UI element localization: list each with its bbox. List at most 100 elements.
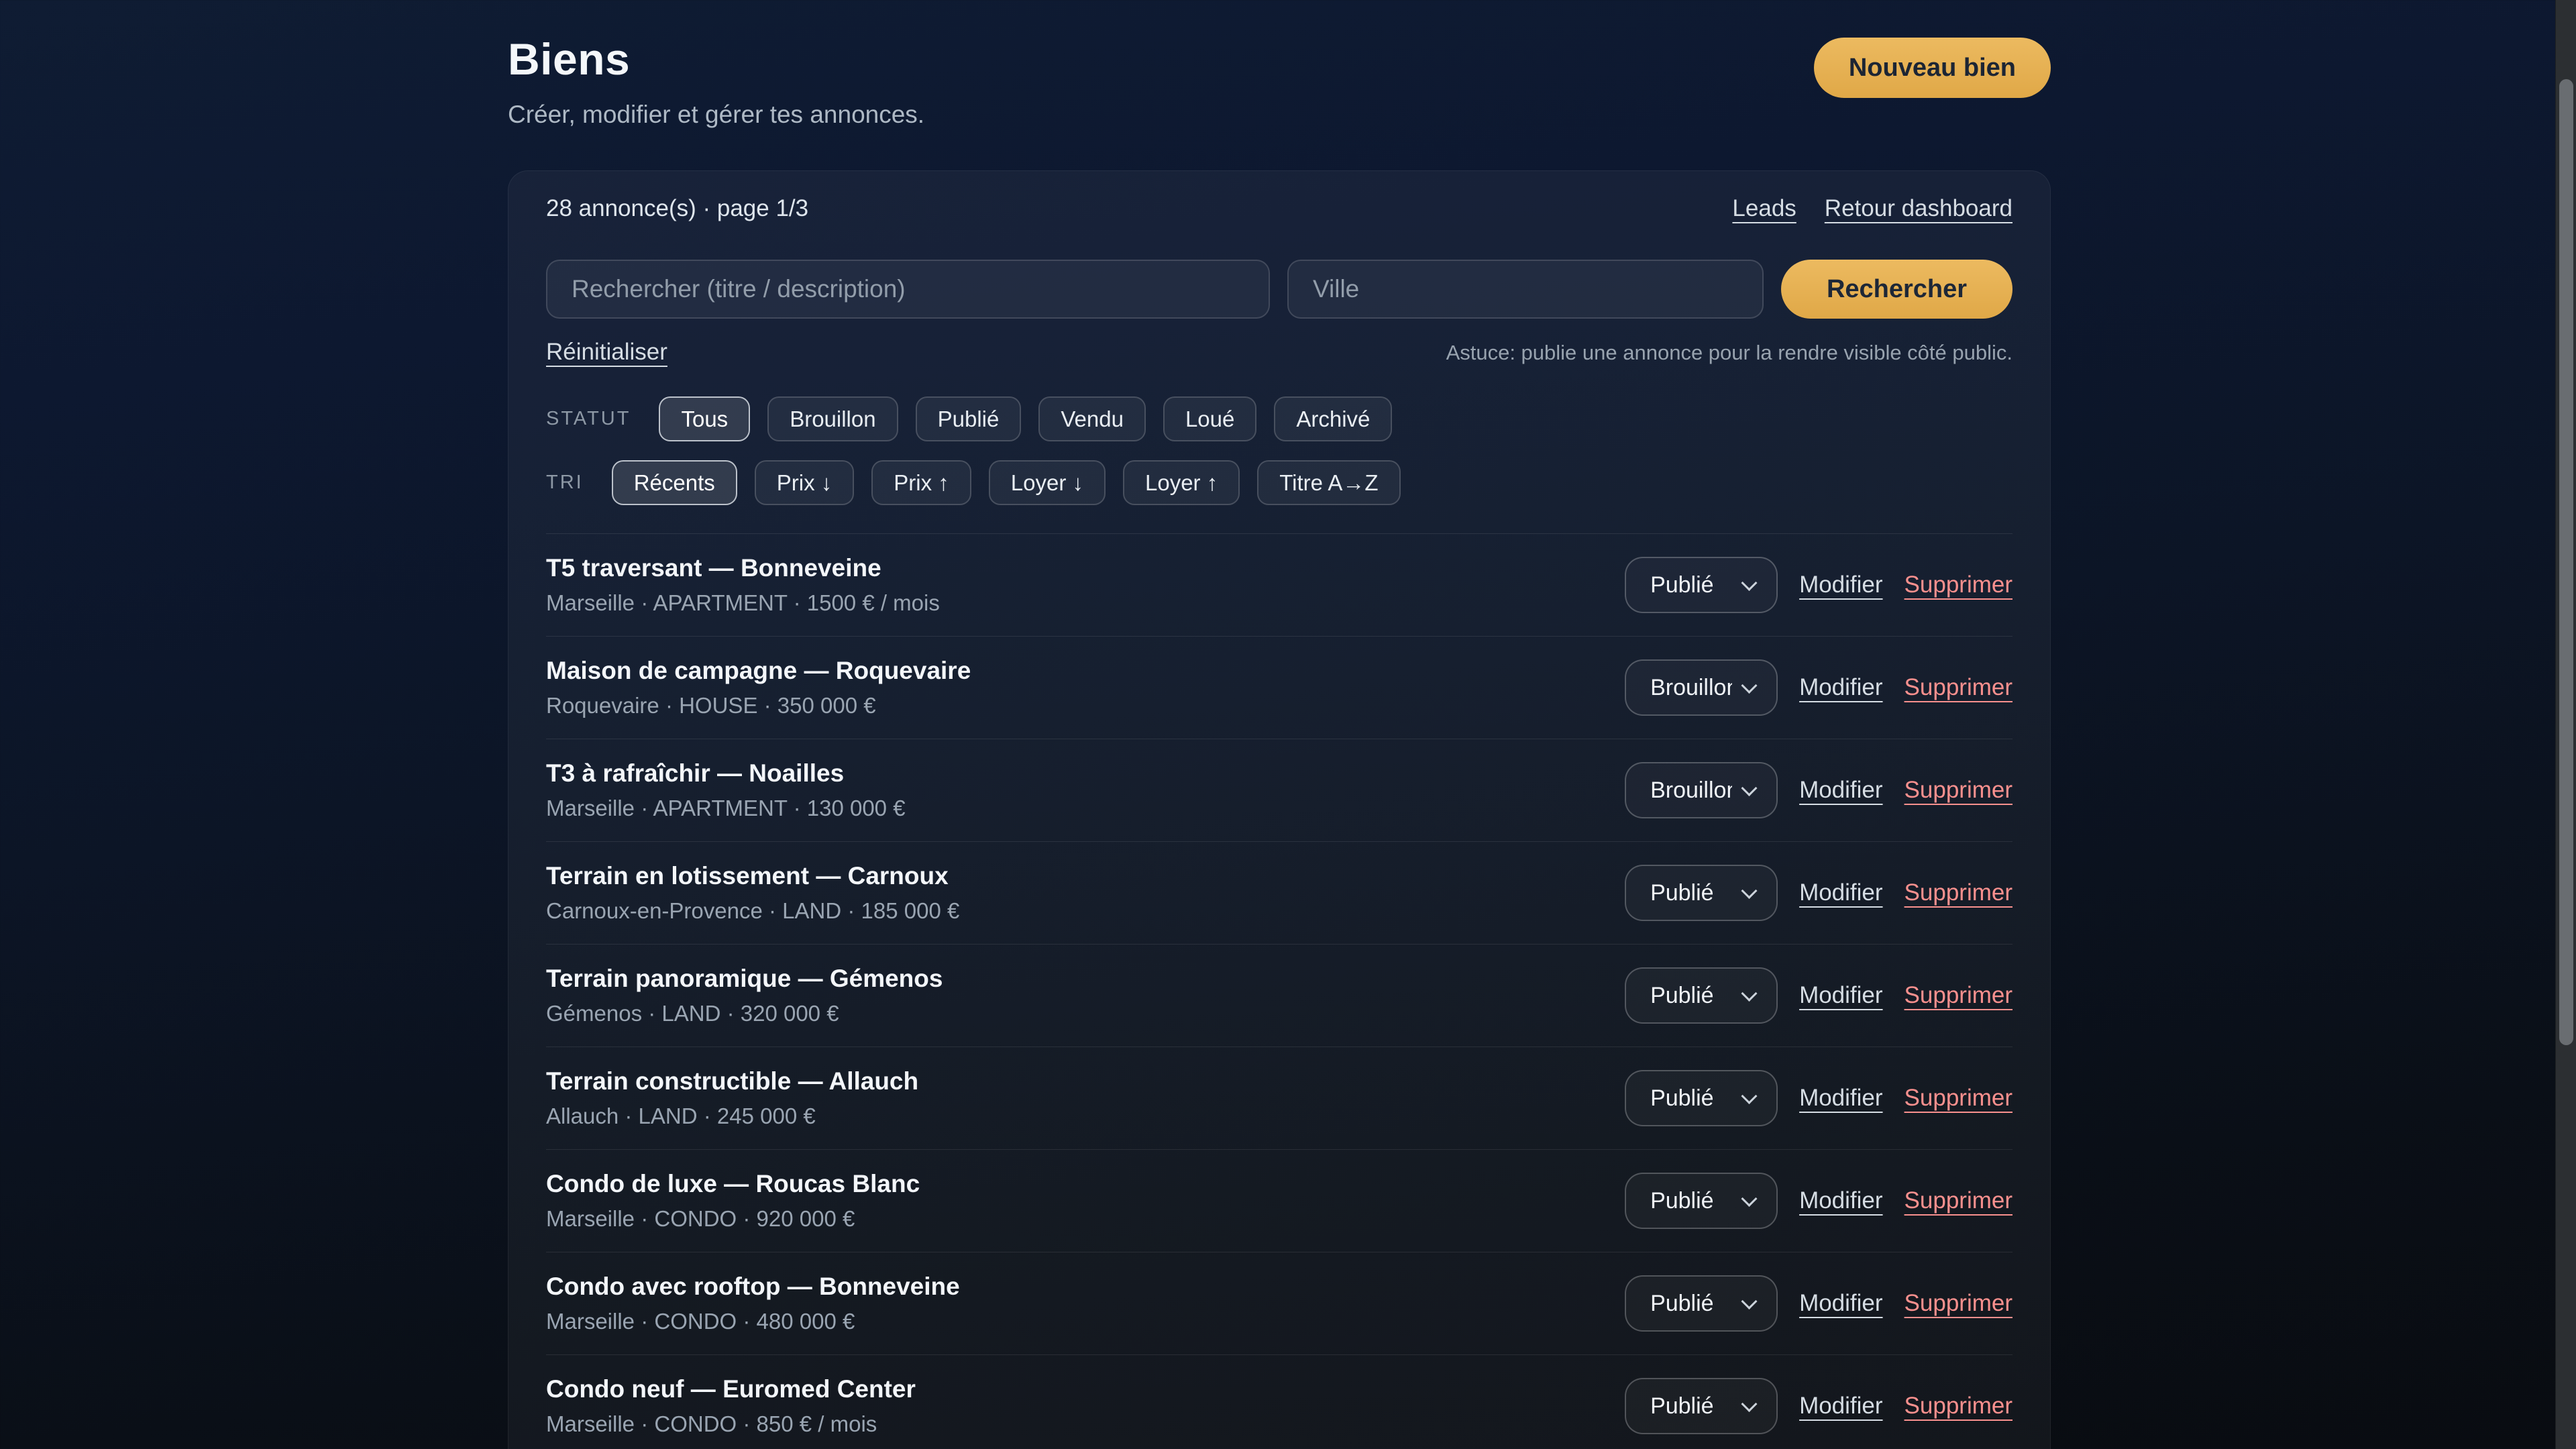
listing-title: Terrain panoramique — Gémenos [546, 965, 943, 993]
listing-actions: Publié Modifier Supprimer [1625, 1070, 2012, 1126]
new-property-button[interactable]: Nouveau bien [1814, 38, 2051, 98]
modify-link[interactable]: Modifier [1799, 1393, 1882, 1419]
search-query-input[interactable] [546, 260, 1270, 319]
panel-header: 28 annonce(s) · page 1/3 Leads Retour da… [546, 195, 2012, 222]
back-dashboard-link[interactable]: Retour dashboard [1825, 195, 2012, 222]
listing-title: Maison de campagne — Roquevaire [546, 657, 971, 685]
page-scrollbar-track[interactable] [2555, 0, 2576, 1449]
filter-chip[interactable]: Prix ↓ [755, 460, 855, 505]
delete-link[interactable]: Supprimer [1904, 572, 2012, 598]
main-content: Biens Créer, modifier et gérer tes annon… [508, 19, 2051, 1449]
delete-link[interactable]: Supprimer [1904, 879, 2012, 906]
listing-actions: Publié Modifier Supprimer [1625, 557, 2012, 613]
status-select[interactable]: Publié [1626, 866, 1776, 920]
listing-actions: Brouillon Modifier Supprimer [1625, 659, 2012, 716]
listing-title: T3 à rafraîchir — Noailles [546, 759, 906, 788]
page-header: Biens Créer, modifier et gérer tes annon… [508, 19, 2051, 129]
modify-link[interactable]: Modifier [1799, 674, 1882, 701]
listing-meta: Allauch · LAND · 245 000 € [546, 1104, 918, 1129]
status-select[interactable]: Publié [1626, 1174, 1776, 1228]
sort-filter-label: TRI [546, 472, 584, 494]
page-title: Biens [508, 34, 924, 85]
panel-header-links: Leads Retour dashboard [1732, 195, 2012, 222]
filter-chip[interactable]: Loué [1163, 396, 1256, 441]
listing-meta: Roquevaire · HOUSE · 350 000 € [546, 693, 971, 718]
listing-info: T3 à rafraîchir — Noailles Marseille · A… [546, 759, 906, 821]
status-select[interactable]: Publié [1626, 1071, 1776, 1125]
filter-chip[interactable]: Loyer ↑ [1123, 460, 1240, 505]
listing-row: T5 traversant — Bonneveine Marseille · A… [546, 534, 2012, 637]
listing-row: Terrain panoramique — Gémenos Gémenos · … [546, 945, 2012, 1047]
search-row: Rechercher [546, 260, 2012, 319]
listing-info: Terrain constructible — Allauch Allauch … [546, 1067, 918, 1129]
status-select-wrap: Publié [1625, 1378, 1778, 1434]
delete-link[interactable]: Supprimer [1904, 674, 2012, 701]
filter-chip[interactable]: Tous [659, 396, 750, 441]
filter-chip[interactable]: Brouillon [767, 396, 898, 441]
listing-info: Condo de luxe — Roucas Blanc Marseille ·… [546, 1170, 920, 1232]
delete-link[interactable]: Supprimer [1904, 1393, 2012, 1419]
delete-link[interactable]: Supprimer [1904, 777, 2012, 804]
modify-link[interactable]: Modifier [1799, 879, 1882, 906]
status-filter-row: STATUT Tous Brouillon Publié Vendu Loué … [546, 396, 2012, 441]
delete-link[interactable]: Supprimer [1904, 1290, 2012, 1317]
filter-chip[interactable]: Récents [612, 460, 737, 505]
modify-link[interactable]: Modifier [1799, 982, 1882, 1009]
listing-count: 28 annonce(s) · page 1/3 [546, 195, 808, 222]
listing-meta: Gémenos · LAND · 320 000 € [546, 1001, 943, 1026]
delete-link[interactable]: Supprimer [1904, 1085, 2012, 1112]
filter-chip[interactable]: Loyer ↓ [989, 460, 1106, 505]
listing-title: Condo avec rooftop — Bonneveine [546, 1273, 960, 1301]
search-city-input[interactable] [1287, 260, 1764, 319]
search-submit-button[interactable]: Rechercher [1781, 260, 2012, 319]
filter-chip[interactable]: Vendu [1038, 396, 1146, 441]
page-scrollbar-thumb[interactable] [2559, 79, 2573, 1045]
listing-row: Condo de luxe — Roucas Blanc Marseille ·… [546, 1150, 2012, 1252]
listing-actions: Publié Modifier Supprimer [1625, 1275, 2012, 1332]
listing-row: Terrain constructible — Allauch Allauch … [546, 1047, 2012, 1150]
status-select-wrap: Publié [1625, 1275, 1778, 1332]
status-filter-chips: Tous Brouillon Publié Vendu Loué Archivé [659, 396, 1392, 441]
page-header-text: Biens Créer, modifier et gérer tes annon… [508, 19, 924, 129]
listing-info: Maison de campagne — Roquevaire Roquevai… [546, 657, 971, 718]
status-select[interactable]: Brouillon [1626, 763, 1776, 817]
filter-chip[interactable]: Titre A→Z [1257, 460, 1400, 505]
status-select-wrap: Publié [1625, 967, 1778, 1024]
modify-link[interactable]: Modifier [1799, 1085, 1882, 1112]
listing-title: Condo de luxe — Roucas Blanc [546, 1170, 920, 1198]
listing-title: Terrain constructible — Allauch [546, 1067, 918, 1095]
status-select[interactable]: Publié [1626, 969, 1776, 1022]
modify-link[interactable]: Modifier [1799, 777, 1882, 804]
listings-panel: 28 annonce(s) · page 1/3 Leads Retour da… [508, 170, 2051, 1449]
delete-link[interactable]: Supprimer [1904, 982, 2012, 1009]
listing-row: T3 à rafraîchir — Noailles Marseille · A… [546, 739, 2012, 842]
page-subtitle: Créer, modifier et gérer tes annonces. [508, 101, 924, 129]
filter-chip[interactable]: Archivé [1274, 396, 1392, 441]
status-filter-label: STATUT [546, 408, 631, 430]
listing-row: Condo avec rooftop — Bonneveine Marseill… [546, 1252, 2012, 1355]
filter-chip[interactable]: Prix ↑ [871, 460, 971, 505]
modify-link[interactable]: Modifier [1799, 572, 1882, 598]
status-select-wrap: Publié [1625, 1173, 1778, 1229]
leads-link[interactable]: Leads [1732, 195, 1796, 222]
listing-actions: Publié Modifier Supprimer [1625, 865, 2012, 921]
modify-link[interactable]: Modifier [1799, 1290, 1882, 1317]
modify-link[interactable]: Modifier [1799, 1187, 1882, 1214]
status-select[interactable]: Brouillon [1626, 661, 1776, 714]
listing-info: Condo avec rooftop — Bonneveine Marseill… [546, 1273, 960, 1334]
listing-actions: Publié Modifier Supprimer [1625, 1378, 2012, 1434]
sort-filter-row: TRI Récents Prix ↓ Prix ↑ Loyer ↓ Loyer … [546, 460, 2012, 505]
listing-title: Terrain en lotissement — Carnoux [546, 862, 959, 890]
listing-title: Condo neuf — Euromed Center [546, 1375, 916, 1403]
status-select[interactable]: Publié [1626, 1379, 1776, 1433]
publish-hint: Astuce: publie une annonce pour la rendr… [1446, 341, 2012, 365]
status-select[interactable]: Publié [1626, 1277, 1776, 1330]
listing-actions: Publié Modifier Supprimer [1625, 967, 2012, 1024]
status-select[interactable]: Publié [1626, 558, 1776, 612]
listing-meta: Marseille · APARTMENT · 1500 € / mois [546, 590, 940, 616]
filter-chip[interactable]: Publié [916, 396, 1022, 441]
delete-link[interactable]: Supprimer [1904, 1187, 2012, 1214]
reset-filters-link[interactable]: Réinitialiser [546, 339, 667, 366]
status-select-wrap: Brouillon [1625, 659, 1778, 716]
status-select-wrap: Publié [1625, 1070, 1778, 1126]
